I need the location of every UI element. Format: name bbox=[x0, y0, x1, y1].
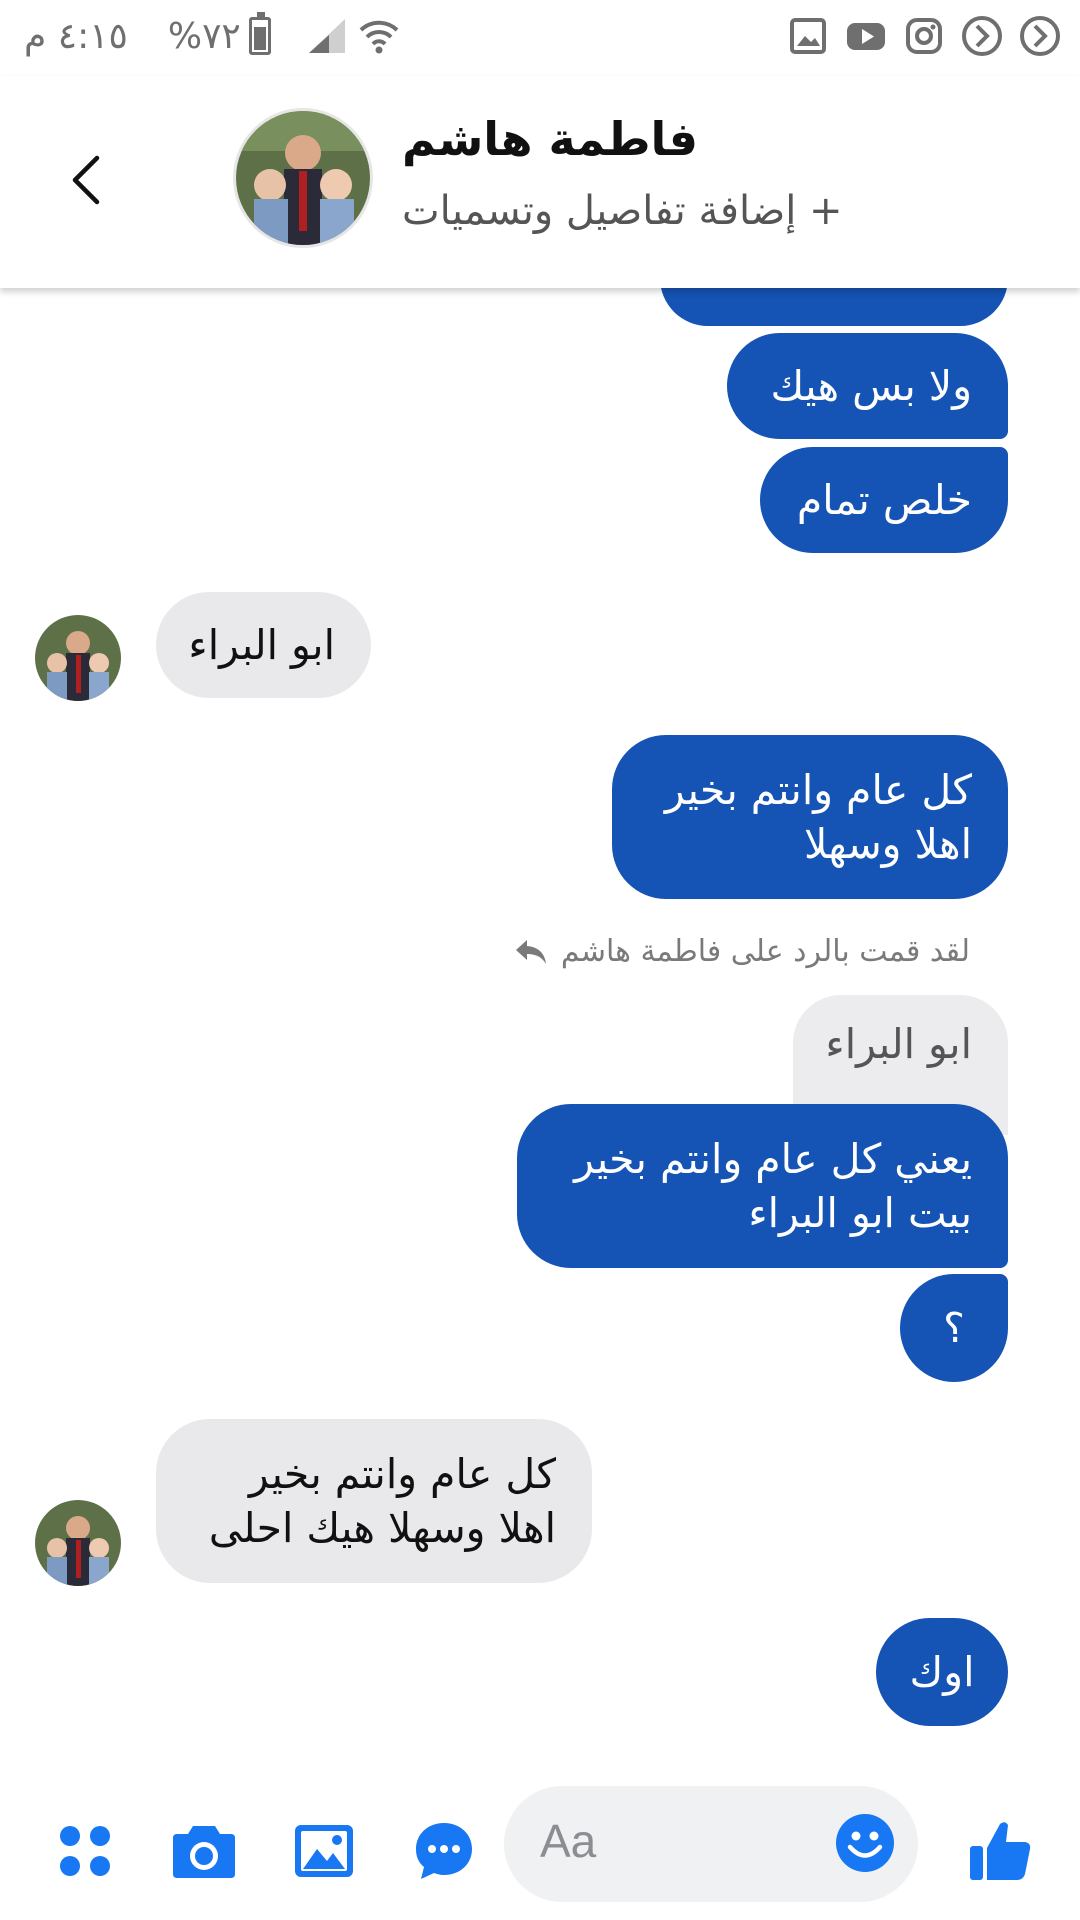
back-button[interactable] bbox=[58, 148, 114, 212]
gallery-icon bbox=[790, 18, 826, 54]
status-time: ٤:١٥ م bbox=[24, 15, 128, 57]
message-text: ابو البراء bbox=[188, 621, 335, 669]
message-input[interactable]: Aa bbox=[504, 1786, 918, 1902]
add-details-link[interactable]: + إضافة تفاصيل وتسميات bbox=[402, 188, 843, 234]
message-bubble-outgoing[interactable]: خلص تمام bbox=[760, 447, 1008, 553]
messenger-screen: ٤:١٥ م %٧٢ فاطمة هاشم + إضافة تفاصيل وتس… bbox=[0, 0, 1080, 1920]
message-line: اهلا وسهلا هيك احلى bbox=[208, 1504, 556, 1552]
contact-name[interactable]: فاطمة هاشم bbox=[402, 112, 698, 166]
status-left: ٤:١٥ م %٧٢ bbox=[24, 12, 401, 58]
message-bubble-outgoing[interactable]: ولا بس هيك bbox=[727, 333, 1008, 439]
message-text: اوك bbox=[909, 1648, 975, 1696]
reply-note-text: لقد قمت بالرد على فاطمة هاشم bbox=[560, 934, 970, 969]
like-button[interactable] bbox=[965, 1816, 1035, 1886]
message-line: يعني كل عام وانتم بخير bbox=[574, 1135, 972, 1183]
message-bubble-outgoing[interactable]: يعني كل عام وانتم بخير بيت ابو البراء bbox=[517, 1104, 1008, 1268]
message-bubble-incoming[interactable]: كل عام وانتم بخير اهلا وسهلا هيك احلى bbox=[156, 1419, 592, 1583]
input-placeholder: Aa bbox=[540, 1815, 597, 1867]
message-text: ؟ bbox=[943, 1304, 965, 1352]
message-bubble-outgoing[interactable]: ؟ bbox=[900, 1274, 1008, 1382]
contact-avatar-small[interactable] bbox=[35, 1500, 121, 1586]
message-text: ولا بس هيك bbox=[770, 362, 972, 410]
chevron-left-icon bbox=[72, 155, 100, 205]
message-text: خلص تمام bbox=[796, 476, 972, 524]
battery-percent: %٧٢ bbox=[167, 15, 241, 57]
message-bubble-outgoing[interactable]: كل عام وانتم بخير اهلا وسهلا bbox=[612, 735, 1008, 899]
status-right bbox=[786, 14, 1062, 58]
youtube-icon bbox=[847, 23, 885, 50]
status-bar: ٤:١٥ م %٧٢ bbox=[0, 0, 1080, 76]
contact-avatar-small[interactable] bbox=[35, 615, 121, 701]
signal-icon bbox=[308, 19, 345, 53]
like-icon bbox=[970, 1822, 1031, 1880]
message-line: اهلا وسهلا bbox=[803, 820, 972, 868]
message-line: كل عام وانتم بخير bbox=[664, 766, 972, 814]
reply-arrow-icon bbox=[515, 939, 546, 964]
instagram-icon bbox=[906, 18, 942, 54]
app-icon bbox=[1020, 16, 1060, 56]
message-bubble-incoming[interactable]: ابو البراء bbox=[156, 592, 371, 698]
reply-note: لقد قمت بالرد على فاطمة هاشم bbox=[513, 934, 970, 969]
gallery-button[interactable] bbox=[289, 1816, 359, 1886]
camera-button[interactable] bbox=[169, 1816, 239, 1886]
chat-bubble-button[interactable] bbox=[409, 1816, 479, 1886]
wifi-icon bbox=[359, 20, 399, 54]
conversation-header: فاطمة هاشم + إضافة تفاصيل وتسميات bbox=[0, 76, 1080, 288]
chat-bubble-icon bbox=[416, 1823, 472, 1879]
apps-button[interactable] bbox=[50, 1816, 120, 1886]
message-line: كل عام وانتم بخير bbox=[248, 1450, 556, 1498]
app-icon bbox=[962, 16, 1002, 56]
contact-avatar[interactable] bbox=[233, 108, 373, 248]
emoji-icon[interactable] bbox=[834, 1812, 896, 1874]
message-bubble-outgoing[interactable]: اوك bbox=[876, 1618, 1008, 1726]
battery-icon bbox=[248, 12, 271, 55]
camera-icon bbox=[173, 1826, 235, 1878]
image-icon bbox=[295, 1825, 353, 1877]
apps-icon bbox=[60, 1826, 110, 1876]
quoted-text: ابو البراء bbox=[825, 1020, 972, 1068]
composer-bar: Aa bbox=[0, 1780, 1080, 1920]
message-line: بيت ابو البراء bbox=[748, 1189, 972, 1237]
